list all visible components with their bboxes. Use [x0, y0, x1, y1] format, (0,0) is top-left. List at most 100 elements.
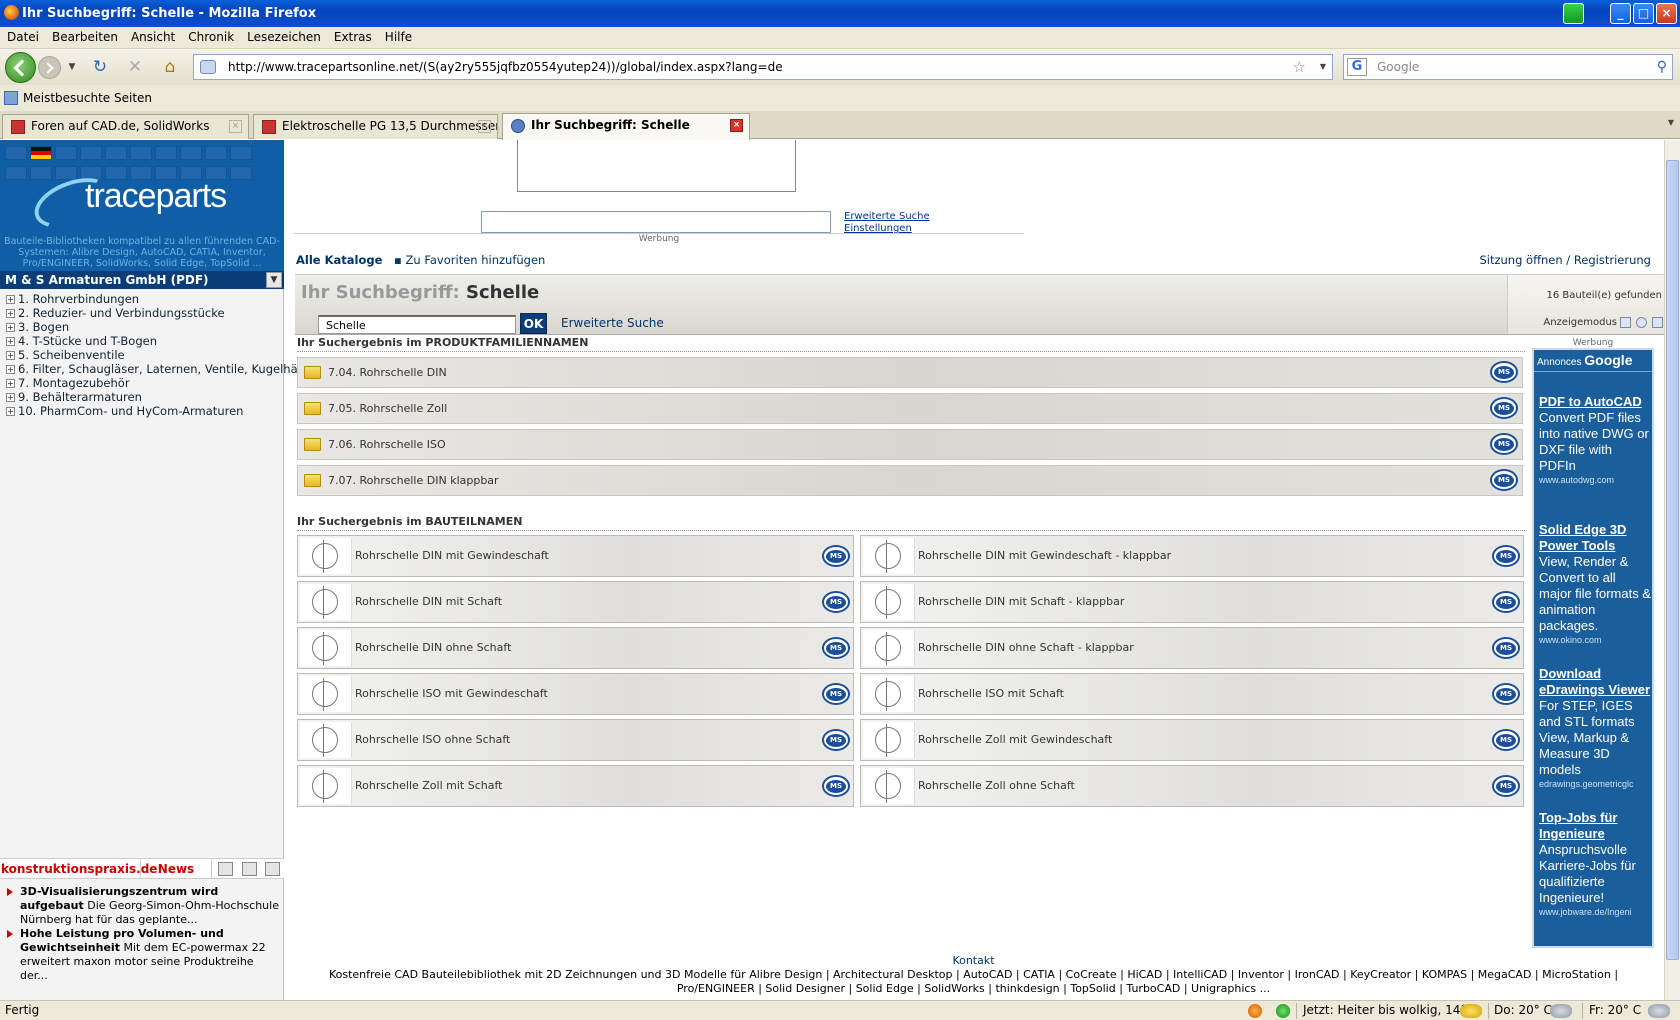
bookmark-most-visited[interactable]: Meistbesuchte Seiten [23, 91, 152, 105]
tree-item[interactable]: +1. Rohrverbindungen [6, 292, 282, 306]
scrollbar-thumb[interactable] [1666, 160, 1679, 960]
menu-lesezeichen[interactable]: Lesezeichen [241, 27, 327, 48]
flag-icon[interactable] [5, 166, 27, 180]
advanced-search-link[interactable]: Erweiterte Suche [561, 316, 664, 330]
url-dropdown-icon[interactable]: ▼ [1320, 55, 1326, 79]
flag-icon[interactable] [80, 146, 102, 160]
part-row[interactable]: Rohrschelle ISO mit Gewindeschaft [297, 673, 854, 715]
close-button[interactable]: × [1656, 3, 1677, 24]
part-row[interactable]: Rohrschelle DIN ohne Schaft - klappbar [860, 627, 1524, 669]
flag-icon[interactable] [180, 146, 202, 160]
minimize-button[interactable]: _ [1610, 3, 1631, 24]
stop-icon[interactable]: ✕ [125, 57, 145, 77]
rss-icon[interactable] [242, 862, 257, 876]
part-row[interactable]: Rohrschelle DIN mit Schaft [297, 581, 854, 623]
weather-now[interactable]: Jetzt: Heiter bis wolkig, 14° C [1303, 1001, 1479, 1020]
part-row[interactable]: Rohrschelle DIN mit Schaft - klappbar [860, 581, 1524, 623]
news-source[interactable]: konstruktionspraxis.de [1, 862, 157, 876]
flag-de-icon[interactable] [30, 146, 52, 160]
search-term-input[interactable]: Schelle [318, 315, 516, 334]
session-register-link[interactable]: Sitzung öffnen / Registrierung [1479, 252, 1651, 268]
family-row[interactable]: 7.04. Rohrschelle DIN [297, 357, 1523, 388]
menu-ansicht[interactable]: Ansicht [125, 27, 181, 48]
menu-chronik[interactable]: Chronik [182, 27, 240, 48]
part-row[interactable]: Rohrschelle ISO mit Schaft [860, 673, 1524, 715]
expand-icon[interactable]: + [6, 323, 15, 332]
ad-item[interactable]: Download eDrawings Viewer For STEP, IGES … [1539, 666, 1651, 790]
tab-close-icon[interactable]: × [730, 119, 743, 132]
news-icon[interactable] [218, 862, 233, 876]
flag-icon[interactable] [155, 146, 177, 160]
flag-icon[interactable] [5, 146, 27, 160]
traceparts-logo[interactable]: traceparts [27, 168, 261, 238]
news-item[interactable]: 3D-Visualisierungszentrum wird aufgebaut… [4, 885, 280, 927]
part-row[interactable]: Rohrschelle DIN ohne Schaft [297, 627, 854, 669]
tray-icon[interactable] [1563, 3, 1584, 24]
tree-item[interactable]: +3. Bogen [6, 320, 282, 334]
tab-close-icon[interactable]: × [229, 120, 242, 133]
part-row[interactable]: Rohrschelle Zoll ohne Schaft [860, 765, 1524, 807]
tree-item[interactable]: +4. T-Stücke und T-Bogen [6, 334, 282, 348]
eye-view-icon[interactable] [1636, 317, 1647, 328]
vertical-scrollbar[interactable] [1664, 140, 1680, 1000]
forward-button[interactable] [38, 56, 61, 79]
expand-icon[interactable]: + [6, 337, 15, 346]
green-status-icon[interactable] [1276, 1004, 1290, 1018]
flag-icon[interactable] [55, 146, 77, 160]
search-bar[interactable]: G Google ⚲ [1343, 54, 1673, 80]
contact-link[interactable]: Kontakt [296, 954, 1651, 968]
print-icon[interactable] [265, 862, 280, 876]
menu-bearbeiten[interactable]: Bearbeiten [46, 27, 124, 48]
family-row[interactable]: 7.05. Rohrschelle Zoll [297, 393, 1523, 424]
expand-icon[interactable]: + [6, 365, 15, 374]
expand-icon[interactable]: + [6, 393, 15, 402]
tree-item[interactable]: +10. PharmCom- und HyCom-Armaturen [6, 404, 282, 418]
ad-item[interactable]: Top-Jobs für Ingenieure Anspruchsvolle Ka… [1539, 810, 1651, 918]
list-view-icon[interactable] [1652, 317, 1663, 328]
ad-item[interactable]: Solid Edge 3D Power Tools View, Render & … [1539, 522, 1651, 646]
tree-item[interactable]: +6. Filter, Schaugläser, Laternen, Venti… [6, 362, 319, 376]
thumbnail-view-icon[interactable] [1620, 317, 1631, 328]
news-item[interactable]: Hohe Leistung pro Volumen- und Gewichtse… [4, 927, 280, 983]
history-dropdown-icon[interactable]: ▼ [62, 57, 82, 77]
tab-elektroschelle[interactable]: Elektroschelle PG 13,5 Durchmesser 20 ..… [253, 114, 498, 139]
tab-cad-forum[interactable]: Foren auf CAD.de, SolidWorks × [2, 114, 249, 139]
part-row[interactable]: Rohrschelle Zoll mit Gewindeschaft [860, 719, 1524, 761]
part-row[interactable]: Rohrschelle Zoll mit Schaft [297, 765, 854, 807]
tree-item[interactable]: +9. Behälterarmaturen [6, 390, 282, 404]
news-tab[interactable]: News [140, 859, 212, 879]
part-row[interactable]: Rohrschelle DIN mit Gewindeschaft [297, 535, 854, 577]
part-row[interactable]: Rohrschelle DIN mit Gewindeschaft - klap… [860, 535, 1524, 577]
menu-extras[interactable]: Extras [328, 27, 378, 48]
top-search-input[interactable] [481, 211, 831, 233]
menu-datei[interactable]: Datei [1, 27, 45, 48]
url-bar[interactable]: http://www.tracepartsonline.net/(S(ay2ry… [193, 54, 1333, 80]
tree-item[interactable]: +2. Reduzier- und Verbindungsstücke [6, 306, 282, 320]
flag-icon[interactable] [130, 146, 152, 160]
back-button[interactable] [5, 52, 36, 83]
flag-icon[interactable] [105, 146, 127, 160]
expand-icon[interactable]: + [6, 309, 15, 318]
maximize-button[interactable]: □ [1633, 3, 1654, 24]
home-icon[interactable]: ⌂ [160, 57, 180, 77]
tab-close-icon[interactable]: × [478, 120, 491, 133]
weather-thursday[interactable]: Do: 20° C [1494, 1001, 1552, 1020]
add-favorites-link[interactable]: ▪ Zu Favoriten hinzufügen [394, 253, 545, 267]
family-row[interactable]: 7.06. Rohrschelle ISO [297, 429, 1523, 460]
search-go-icon[interactable]: ⚲ [1657, 55, 1667, 79]
tree-item[interactable]: +5. Scheibenventile [6, 348, 282, 362]
firefox-status-icon[interactable] [1248, 1004, 1262, 1018]
bookmark-star-icon[interactable]: ☆ [1293, 55, 1306, 79]
expand-icon[interactable]: + [6, 351, 15, 360]
tab-suchbegriff[interactable]: Ihr Suchbegriff: Schelle × [502, 113, 750, 140]
family-row[interactable]: 7.07. Rohrschelle DIN klappbar [297, 465, 1523, 496]
search-ok-button[interactable]: OK [520, 313, 547, 334]
menu-hilfe[interactable]: Hilfe [379, 27, 418, 48]
ad-item[interactable]: PDF to AutoCAD Convert PDF files into nat… [1539, 394, 1651, 486]
part-row[interactable]: Rohrschelle ISO ohne Schaft [297, 719, 854, 761]
tree-item[interactable]: +7. Montagezubehör [6, 376, 282, 390]
expand-icon[interactable]: + [6, 295, 15, 304]
tab-list-icon[interactable]: ▼ [1668, 118, 1674, 127]
expand-icon[interactable]: + [6, 379, 15, 388]
expand-icon[interactable]: + [6, 407, 15, 416]
